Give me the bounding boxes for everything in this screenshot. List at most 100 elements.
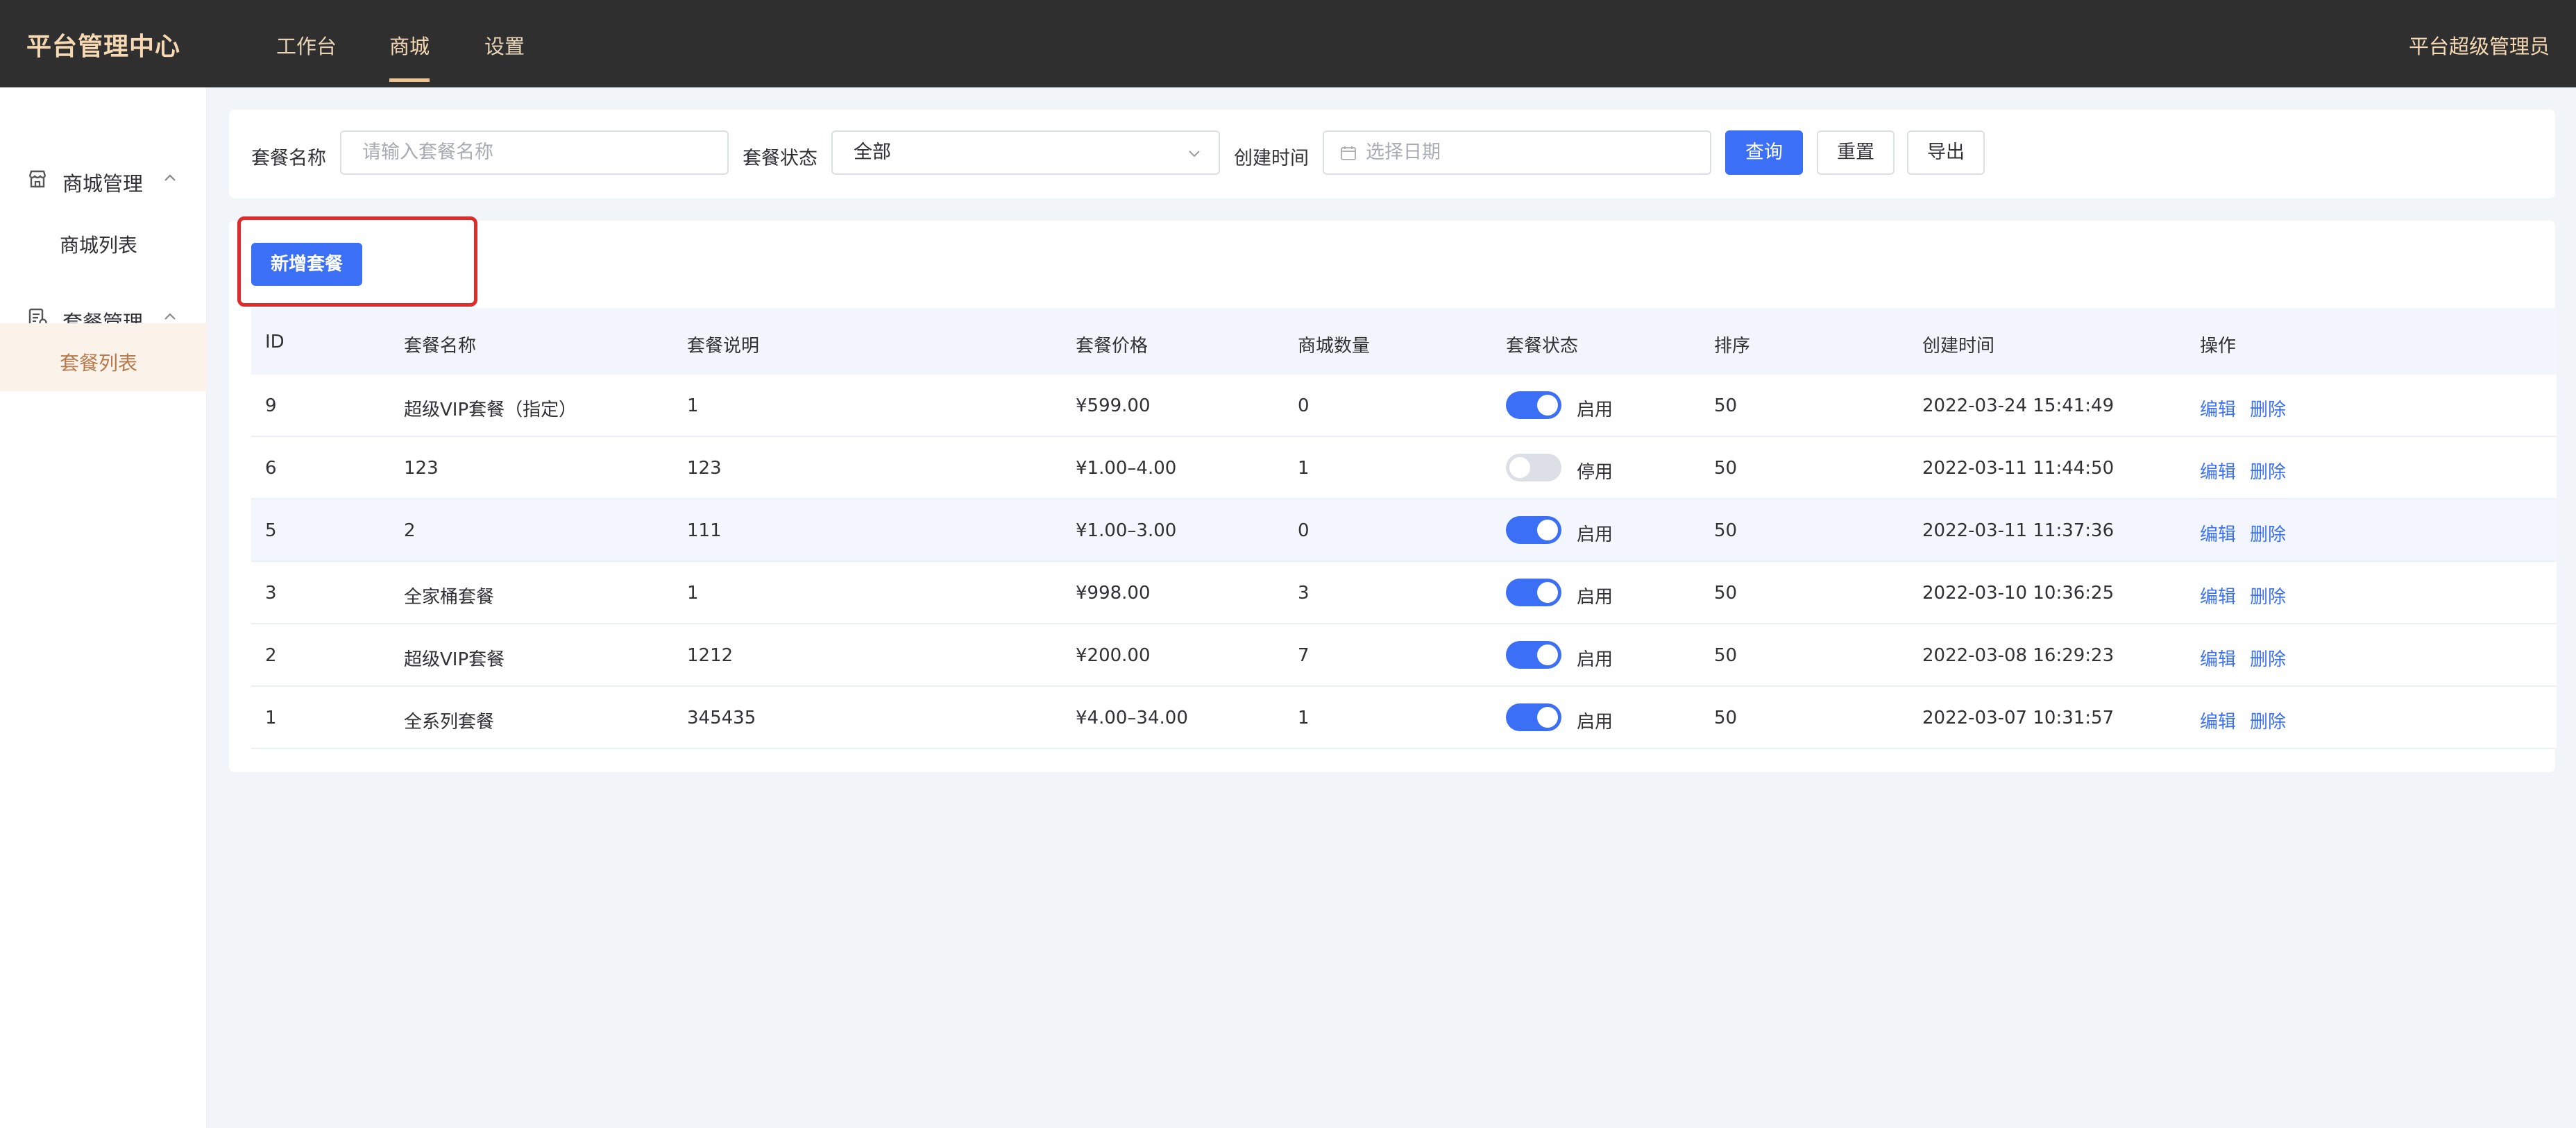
cell-sort: 50: [1714, 395, 1738, 416]
column-header-price: 套餐价格: [1076, 336, 1149, 357]
chevron-up-icon: [164, 174, 176, 181]
delete-link[interactable]: 删除: [2250, 708, 2286, 733]
status-toggle[interactable]: [1506, 703, 1561, 731]
cell-created: 2022-03-07 10:31:57: [1922, 708, 2115, 728]
table-row: 6 123 123 ¥1.00–4.00 1 50 2022-03-11 11:44:50 停…: [251, 437, 2557, 499]
status-toggle[interactable]: [1506, 391, 1561, 419]
toggle-knob: [1537, 520, 1558, 540]
reset-button[interactable]: 重置: [1817, 130, 1895, 175]
cell-count: 3: [1298, 583, 1310, 604]
delete-link[interactable]: 删除: [2250, 645, 2286, 671]
edit-link[interactable]: 编辑: [2200, 708, 2236, 733]
table-header: ID 套餐名称 套餐说明 套餐价格 商城数量 套餐状态 排序 创建时间 操作: [251, 308, 2557, 375]
cell-sort: 50: [1714, 458, 1738, 479]
edit-link[interactable]: 编辑: [2200, 395, 2236, 421]
cell-status-text: 启用: [1577, 400, 1613, 420]
status-toggle[interactable]: [1506, 516, 1561, 544]
nav-active-underline: [389, 78, 430, 82]
delete-link[interactable]: 删除: [2250, 395, 2286, 421]
column-header-created: 创建时间: [1922, 336, 1995, 357]
cell-created: 2022-03-11 11:37:36: [1922, 520, 2115, 541]
table-row: 2 超级VIP套餐 1212 ¥200.00 7 50 2022-03-08 16:29:2…: [251, 624, 2557, 687]
cell-id: 9: [265, 395, 277, 416]
edit-link[interactable]: 编辑: [2200, 520, 2236, 546]
cell-sort: 50: [1714, 708, 1738, 728]
sidebar-item-package-list[interactable]: 套餐列表: [0, 323, 207, 391]
cell-status-text: 启用: [1577, 649, 1613, 670]
calendar-icon: [1341, 146, 1356, 160]
column-header-sort: 排序: [1714, 336, 1751, 357]
cell-id: 3: [265, 583, 277, 604]
cell-name: 2: [404, 520, 416, 541]
table-row: 5 2 111 ¥1.00–3.00 0 50 2022-03-11 11:37:36 启用 编…: [251, 499, 2557, 562]
cell-desc: 1: [687, 395, 699, 416]
cell-price: ¥4.00–34.00: [1076, 708, 1188, 728]
package-status-label: 套餐状态: [743, 148, 817, 169]
delete-link[interactable]: 删除: [2250, 520, 2286, 546]
toggle-knob: [1537, 707, 1558, 728]
cell-id: 5: [265, 520, 277, 541]
delete-link[interactable]: 删除: [2250, 583, 2286, 608]
query-button[interactable]: 查询: [1725, 130, 1803, 175]
nav-item-workbench[interactable]: 工作台: [276, 31, 337, 60]
cell-sort: 50: [1714, 583, 1738, 604]
sidebar-group-label: 商城管理: [62, 172, 144, 196]
cell-id: 6: [265, 458, 277, 479]
package-name-input[interactable]: 请输入套餐名称: [340, 130, 729, 175]
cell-desc: 345435: [687, 708, 756, 728]
cell-name: 超级VIP套餐: [404, 649, 505, 670]
cell-price: ¥200.00: [1076, 645, 1151, 666]
cell-status-text: 启用: [1577, 587, 1613, 608]
toggle-knob: [1509, 457, 1530, 478]
status-toggle[interactable]: [1506, 641, 1561, 669]
edit-link[interactable]: 编辑: [2200, 583, 2236, 608]
sidebar-item-label: 商城列表: [60, 234, 138, 257]
cell-name: 123: [404, 458, 439, 479]
cell-name: 超级VIP套餐（指定）: [404, 400, 577, 420]
cell-price: ¥998.00: [1076, 583, 1151, 604]
export-button[interactable]: 导出: [1907, 130, 1985, 175]
package-status-select[interactable]: 全部: [831, 130, 1220, 175]
cell-id: 2: [265, 645, 277, 666]
cell-desc: 123: [687, 458, 722, 479]
top-header: 平台管理中心 工作台 商城 设置 平台超级管理员: [0, 0, 2576, 87]
cell-price: ¥1.00–4.00: [1076, 458, 1177, 479]
cell-name: 全系列套餐: [404, 712, 495, 733]
cell-created: 2022-03-11 11:44:50: [1922, 458, 2115, 479]
cell-count: 1: [1298, 458, 1310, 479]
cell-count: 0: [1298, 395, 1310, 416]
status-toggle[interactable]: [1506, 454, 1561, 481]
table-row: 9 超级VIP套餐（指定） 1 ¥599.00 0 50 2022-03-24 15:41:…: [251, 375, 2557, 437]
column-header-desc: 套餐说明: [687, 336, 760, 357]
cell-status-text: 停用: [1577, 462, 1613, 483]
status-toggle[interactable]: [1506, 579, 1561, 606]
store-icon: [28, 170, 46, 188]
sidebar-item-label: 套餐列表: [60, 352, 138, 375]
package-name-label: 套餐名称: [251, 148, 326, 169]
cell-price: ¥599.00: [1076, 395, 1151, 416]
filter-panel: 套餐名称 请输入套餐名称 套餐状态 全部 创建时间 选择日期 查询 重置 导出: [229, 110, 2555, 198]
column-header-id: ID: [265, 332, 285, 352]
nav-item-settings[interactable]: 设置: [484, 31, 525, 60]
sidebar-group-mall[interactable]: 商城管理: [0, 150, 207, 208]
cell-sort: 50: [1714, 645, 1738, 666]
cell-count: 1: [1298, 708, 1310, 728]
cell-price: ¥1.00–3.00: [1076, 520, 1177, 541]
nav-item-mall[interactable]: 商城: [389, 31, 430, 60]
toggle-knob: [1537, 644, 1558, 665]
toggle-knob: [1537, 395, 1558, 416]
column-header-status: 套餐状态: [1506, 336, 1579, 357]
edit-link[interactable]: 编辑: [2200, 645, 2236, 671]
edit-link[interactable]: 编辑: [2200, 458, 2236, 484]
add-package-button[interactable]: 新增套餐: [251, 243, 362, 286]
cell-count: 0: [1298, 520, 1310, 541]
brand-title: 平台管理中心: [26, 33, 181, 61]
sidebar-item-mall-list[interactable]: 商城列表: [0, 208, 207, 276]
cell-desc: 1: [687, 583, 699, 604]
date-placeholder: 选择日期: [1366, 142, 1441, 163]
created-date-picker[interactable]: 选择日期: [1323, 130, 1711, 175]
delete-link[interactable]: 删除: [2250, 458, 2286, 484]
chevron-down-icon: [1189, 151, 1200, 157]
toggle-knob: [1537, 582, 1558, 603]
user-name[interactable]: 平台超级管理员: [2409, 31, 2550, 60]
